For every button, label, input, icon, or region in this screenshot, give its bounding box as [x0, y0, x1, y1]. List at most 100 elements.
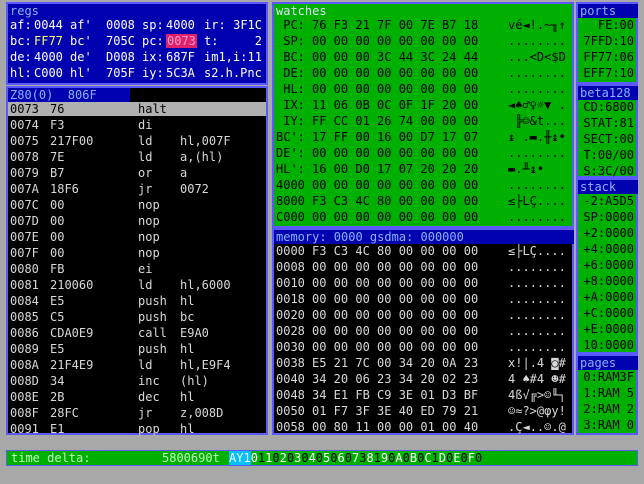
memory-row[interactable]: 0038 E5 21 7C 00 34 20 0A 23 x!|.4 ◙#	[274, 356, 572, 370]
disasm-line[interactable]: 008F 28FC jr z,008D	[8, 406, 266, 420]
watches-panel[interactable]: watches PC: 76 F3 21 7F 00 7E B7 18 vé◄!.~…	[272, 2, 574, 228]
watch-row[interactable]: C000 00 00 00 00 00 00 00 00........	[274, 210, 572, 224]
disasm-line[interactable]: 007C 00 nop	[8, 198, 266, 212]
stack-row: +A:0000	[583, 290, 634, 304]
memory-ascii: ........	[508, 260, 566, 274]
mnemonic: ld	[138, 134, 153, 148]
disasm-line[interactable]: 0089 E5 push hl	[8, 342, 266, 356]
watch-row[interactable]: DE: 00 00 00 00 00 00 00 00........	[274, 66, 572, 80]
disassembly-panel[interactable]: Z80(0) 806F 0073 76 halt 0074 F3 di 0075 217F00…	[6, 86, 268, 436]
watch-row[interactable]: BC': 17 FF 00 16 00 D7 17 07 ↨ .▬.╫↨•	[274, 130, 572, 144]
memory-row[interactable]: 0020 00 00 00 00 00 00 00 00........	[274, 308, 572, 322]
disasm-line[interactable]: 0091 E1 pop hl	[8, 422, 266, 436]
memory-row[interactable]: 0028 00 00 00 00 00 00 00 00........	[274, 324, 572, 338]
mnemonic: or	[138, 166, 153, 180]
ay-function-key[interactable]: AY1	[229, 451, 251, 465]
disasm-line[interactable]: 0075 217F00 ld hl,007F	[8, 134, 266, 148]
memory-panel[interactable]: memory: 0000 gsdma: 000000 0000 F3 C3 4C …	[272, 228, 574, 435]
mnemonic: push	[138, 294, 167, 308]
memory-bytes: 00 80 11 00 00 01 00 40	[312, 420, 479, 434]
register-value[interactable]: 2	[255, 34, 262, 48]
memory-row[interactable]: 0018 00 00 00 00 00 00 00 00........	[274, 292, 572, 306]
disassembly-title: Z80(0) 806F	[8, 88, 130, 102]
beta128-row: T:00/00	[583, 148, 634, 162]
watch-row[interactable]: 8000 F3 C3 4C 80 00 00 00 00 ≤├LÇ....	[274, 194, 572, 208]
page-row: 0:RAM3F	[583, 370, 634, 384]
key-index: 2	[279, 451, 287, 465]
beta128-title: beta128	[578, 86, 638, 100]
disasm-line[interactable]: 008D 34 inc (hl)	[8, 374, 266, 388]
disasm-line[interactable]: 008A 21F4E9 ld hl,E9F4	[8, 358, 266, 372]
memory-row[interactable]: 0000 F3 C3 4C 80 00 00 00 00 ≤├LÇ....	[274, 244, 572, 258]
watch-ascii: ▬.╨↨•	[508, 162, 566, 176]
watch-row[interactable]: DE': 00 00 00 00 00 00 00 00........	[274, 146, 572, 160]
watch-row[interactable]: PC: 76 F3 21 7F 00 7E B7 18 vé◄!.~╖↑	[274, 18, 572, 32]
register-value[interactable]: 0008	[106, 18, 135, 32]
watch-row[interactable]: IX: 11 06 0B 0C 0F 1F 20 00 ◄♠♂♀☼▼ .	[274, 98, 572, 112]
disasm-line[interactable]: 008E 2B dec hl	[8, 390, 266, 404]
register-value[interactable]: 0073	[166, 34, 197, 48]
register-value[interactable]: FF77	[34, 34, 63, 48]
disasm-line[interactable]: 0073 76 halt	[8, 102, 266, 116]
register-value[interactable]: 705C	[106, 34, 135, 48]
watch-label: SP:	[276, 34, 305, 48]
disasm-line[interactable]: 0081 210060 ld hl,6000	[8, 278, 266, 292]
watch-row[interactable]: IY: FF CC 01 26 74 00 00 00 ╠☺&t...	[274, 114, 572, 128]
disasm-line[interactable]: 0084 E5 push hl	[8, 294, 266, 308]
register-value[interactable]: 705F	[106, 66, 135, 80]
watch-row[interactable]: HL: 00 00 00 00 00 00 00 00........	[274, 82, 572, 96]
memory-row[interactable]: 0010 00 00 00 00 00 00 00 00........	[274, 276, 572, 290]
watch-row[interactable]: 4000 00 00 00 00 00 00 00 00........	[274, 178, 572, 192]
disasm-line[interactable]: 007D 00 nop	[8, 214, 266, 228]
watch-bytes: 00 00 00 00 00 00 00 00	[312, 34, 479, 48]
mnemonic: jr	[138, 406, 153, 420]
mnemonic: ld	[138, 150, 153, 164]
watch-row[interactable]: SP: 00 00 00 00 00 00 00 00........	[274, 34, 572, 48]
page-row: 1:RAM 5	[583, 386, 634, 400]
disasm-line[interactable]: 0085 C5 push bc	[8, 310, 266, 324]
disasm-line[interactable]: 0078 7E ld a,(hl)	[8, 150, 266, 164]
disasm-line[interactable]: 007E 00 nop	[8, 230, 266, 244]
watch-row[interactable]: HL': 16 00 D0 17 07 20 20 20 ▬.╨↨•	[274, 162, 572, 176]
memory-row[interactable]: 0040 34 20 06 23 34 20 02 23 4 ♠#4 ☻#	[274, 372, 572, 386]
memory-row[interactable]: 0008 00 00 00 00 00 00 00 00........	[274, 260, 572, 274]
watch-row[interactable]: BC: 00 00 00 3C 44 3C 24 44 ...<D<$D	[274, 50, 572, 64]
disasm-line[interactable]: 0086 CDA0E9 call E9A0	[8, 326, 266, 340]
memory-bytes: 00 00 00 00 00 00 00 00	[312, 276, 479, 290]
disasm-line[interactable]: 0074 F3 di	[8, 118, 266, 132]
operands: 0072	[180, 182, 209, 196]
register-value[interactable]: C000	[34, 66, 63, 80]
stack-row: +E:0000	[583, 322, 634, 336]
register-value[interactable]: 4000	[34, 50, 63, 64]
key-value: 0	[286, 451, 295, 465]
memory-row[interactable]: 0048 34 E1 FB C9 3E 01 D3 BF 4ß√╔>☺╙┐	[274, 388, 572, 402]
register-value[interactable]: 3F1C	[233, 18, 262, 32]
disasm-line[interactable]: 007A 18F6 jr 0072	[8, 182, 266, 196]
register-name: af:	[10, 18, 32, 32]
register-value[interactable]: D008	[106, 50, 135, 64]
address: 0084	[10, 294, 39, 308]
stack-row: +2:0000	[583, 226, 634, 240]
port-row: FE:00	[597, 18, 634, 32]
address: 0074	[10, 118, 39, 132]
memory-row[interactable]: 0030 00 00 00 00 00 00 00 00........	[274, 340, 572, 354]
register-value[interactable]: 5C3A	[166, 66, 195, 80]
register-value[interactable]: 687F	[166, 50, 195, 64]
watch-bytes: 00 00 00 00 00 00 00 00	[312, 178, 479, 192]
mnemonic: nop	[138, 230, 160, 244]
register-value[interactable]: 11	[248, 50, 262, 64]
register-value[interactable]: 0044	[34, 18, 63, 32]
disasm-line[interactable]: 0080 FB ei	[8, 262, 266, 276]
register-name: de:	[10, 50, 32, 64]
memory-row[interactable]: 0058 00 80 11 00 00 01 00 40 .Ç◄..☺.@	[274, 420, 572, 434]
ports-title: ports	[578, 4, 638, 18]
register-row: bc: FF77 bc' 705C pc: 0073 t: 2	[8, 34, 266, 48]
watch-ascii: ◄♠♂♀☼▼ .	[508, 98, 566, 112]
disasm-line[interactable]: 007F 00 nop	[8, 246, 266, 260]
memory-row[interactable]: 0050 01 F7 3F 3E 40 ED 79 21 ☺≈?>@φy!	[274, 404, 572, 418]
register-value[interactable]: 4000	[166, 18, 195, 32]
register-name: pc:	[142, 34, 164, 48]
register-row: de: 4000 de' D008 ix: 687F im1,i: 11	[8, 50, 266, 64]
disasm-line[interactable]: 0079 B7 or a	[8, 166, 266, 180]
address: 0075	[10, 134, 39, 148]
